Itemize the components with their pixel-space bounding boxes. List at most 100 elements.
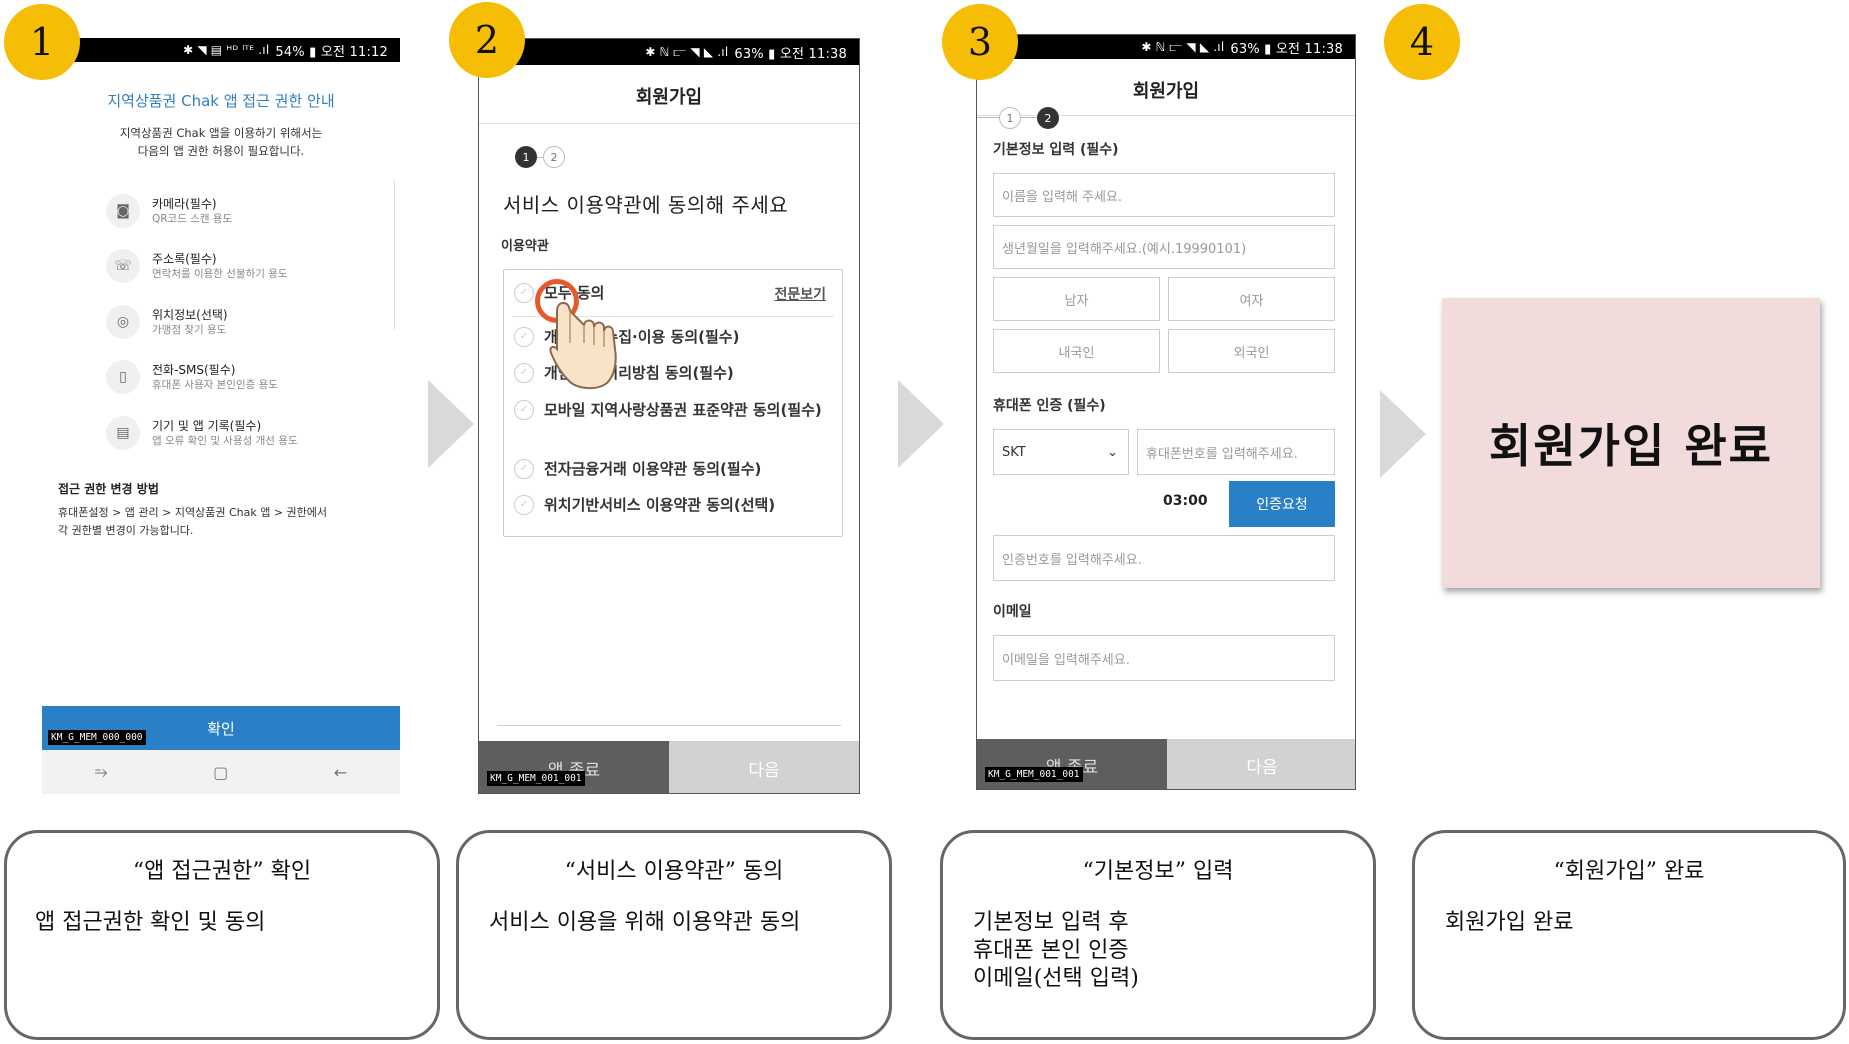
check-icon: ✓: [514, 282, 534, 303]
permission-device-log: ▤ 기기 및 앱 기록(필수) 앱 오류 확인 및 사용성 개선 용도: [106, 416, 298, 450]
step-connector: [977, 117, 1001, 118]
signup-complete-card: 회원가입 완료: [1442, 298, 1820, 588]
status-text: 63% ▮ 오전 11:38: [734, 46, 847, 62]
check-icon: ✓: [514, 362, 534, 383]
term-label: 전자금융거래 이용약관 동의(필수): [544, 460, 762, 478]
help-title: 접근 권한 변경 방법: [58, 482, 159, 496]
caption-title: “기본정보” 입력: [1082, 859, 1234, 884]
caption-body: 서비스 이용을 위해 이용약관 동의: [489, 910, 801, 935]
full-view-link[interactable]: 전문보기: [774, 284, 826, 304]
scroll-indicator: [394, 180, 400, 330]
term-label: 모바일 지역사랑상품권 표준약관 동의(필수): [544, 401, 822, 419]
next-button[interactable]: 다음: [1167, 739, 1355, 789]
status-icons: ✱ ℕ ⫍ ◥ ◣ .ıl: [645, 44, 729, 59]
foreigner-option[interactable]: 외국인: [1168, 329, 1335, 373]
caption-box-4: “회원가입” 완료 회원가입 완료: [1412, 830, 1846, 1040]
android-nav-bar: ⥱ ▢ ←: [42, 750, 400, 794]
step-indicator-1: 1: [999, 107, 1021, 129]
permission-title: 전화-SMS(필수): [152, 363, 236, 377]
gender-female-option[interactable]: 여자: [1168, 277, 1335, 321]
term-item[interactable]: ✓ 위치기반서비스 이용약관 동의(선택): [514, 494, 775, 515]
caption-box-3: “기본정보” 입력 기본정보 입력 후 휴대폰 본인 인증 이메일(선택 입력): [940, 830, 1376, 1040]
gender-male-option[interactable]: 남자: [993, 277, 1160, 321]
screen-terms: ✱ ℕ ⫍ ◥ ◣ .ıl 63% ▮ 오전 11:38 회원가입 1 2 서비…: [478, 38, 860, 794]
status-text: 63% ▮ 오전 11:38: [1230, 41, 1343, 57]
exit-app-button[interactable]: 앱 종료: [977, 739, 1167, 789]
email-input[interactable]: 이메일을 입력해주세요.: [993, 635, 1335, 681]
header-divider: [977, 115, 1355, 116]
term-item[interactable]: ✓ 개인정보 수집·이용 동의(필수): [514, 326, 739, 347]
description-line-2: 다음의 앱 권한 허용이 필요합니다.: [137, 144, 305, 158]
page-title: 지역상품권 Chak 앱 접근 권한 안내: [107, 92, 335, 110]
chevron-down-icon: ⌄: [1107, 444, 1118, 460]
divider: [497, 725, 841, 726]
status-bar: ✱ ◥ ▤ ᴴᴰ ˡᵀᴱ .ıl 54% ▮ 오전 11:12: [42, 38, 400, 62]
caption-body: 앱 접근권한 확인 및 동의: [35, 910, 266, 935]
back-icon[interactable]: ←: [334, 763, 347, 782]
screen-code: KM_G_MEM_000_000: [48, 730, 146, 745]
permission-desc: 가맹점 찾기 용도: [152, 324, 227, 336]
step-indicator-1: 1: [515, 146, 537, 168]
permission-title: 카메라(필수): [152, 197, 217, 211]
basic-info-label: 기본정보 입력 (필수): [993, 142, 1119, 158]
step-badge-3: 3: [942, 4, 1018, 80]
caption-box-1: “앱 접근권한” 확인 앱 접근권한 확인 및 동의: [4, 830, 440, 1040]
permission-contacts: ☏ 주소록(필수) 연락처를 이용한 선물하기 용도: [106, 249, 288, 283]
caption-title: “앱 접근권한” 확인: [132, 859, 312, 884]
term-item[interactable]: ✓ 전자금융거래 이용약관 동의(필수): [514, 458, 761, 479]
exit-app-button[interactable]: 앱 종료: [479, 741, 669, 793]
status-text: 54% ▮ 오전 11:12: [275, 44, 388, 60]
phone-number-input[interactable]: 휴대폰번호를 입력해주세요.: [1137, 429, 1335, 475]
arrow-right-icon: [1380, 390, 1426, 478]
help-line-1: 휴대폰설정 > 앱 관리 > 지역상품권 Chak 앱 > 권한에서: [58, 506, 328, 519]
location-icon: ◎: [106, 305, 140, 339]
phonebook-icon: ☏: [106, 249, 140, 283]
term-label: 위치기반서비스 이용약관 동의(선택): [544, 496, 776, 514]
home-icon[interactable]: ▢: [213, 763, 228, 782]
name-input[interactable]: 이름을 입력해 주세요.: [993, 173, 1335, 217]
term-item[interactable]: ✓ 모바일 지역사랑상품권 표준약관 동의(필수): [514, 398, 824, 422]
carrier-select[interactable]: SKT ⌄: [993, 429, 1129, 475]
permission-title: 기기 및 앱 기록(필수): [152, 419, 262, 433]
permission-desc: 휴대폰 사용자 본인인증 용도: [152, 379, 278, 391]
phone-icon: ▯: [106, 360, 140, 394]
caption-title: “회원가입” 완료: [1553, 859, 1705, 884]
status-icons: ✱ ℕ ⫍ ◥ ◣ .ıl: [1141, 39, 1225, 54]
permission-title: 주소록(필수): [152, 252, 217, 266]
domestic-option[interactable]: 내국인: [993, 329, 1160, 373]
recent-apps-icon[interactable]: ⥱: [95, 762, 108, 782]
term-item[interactable]: ✓ 개인정보 처리방침 동의(필수): [514, 362, 734, 383]
device-log-icon: ▤: [106, 416, 140, 450]
caption-box-2: “서비스 이용약관” 동의 서비스 이용을 위해 이용약관 동의: [456, 830, 892, 1040]
header-title: 회원가입: [1132, 81, 1200, 102]
screen-code: KM_G_MEM_001_001: [487, 771, 585, 786]
caption-title: “서비스 이용약관” 동의: [564, 859, 784, 884]
caption-body: 회원가입 완료: [1445, 910, 1574, 935]
permission-desc: QR코드 스캔 용도: [152, 213, 233, 225]
carrier-value: SKT: [1002, 444, 1026, 460]
screen-app-permissions: ✱ ◥ ▤ ᴴᴰ ˡᵀᴱ .ıl 54% ▮ 오전 11:12 지역상품권 Ch…: [42, 38, 400, 794]
permission-desc: 연락처를 이용한 선물하기 용도: [152, 268, 288, 280]
pointing-hand-icon: [549, 301, 617, 389]
phone-auth-label: 휴대폰 인증 (필수): [993, 398, 1106, 414]
arrow-right-icon: [898, 380, 944, 468]
caption-body: 기본정보 입력 후 휴대폰 본인 인증 이메일(선택 입력): [973, 910, 1139, 991]
help-line-2: 각 권한별 변경이 가능합니다.: [58, 524, 194, 537]
terms-heading: 서비스 이용약관에 동의해 주세요: [503, 193, 789, 217]
header-title: 회원가입: [635, 87, 703, 108]
step-indicator-2: 2: [543, 146, 565, 168]
screen-basic-info: ✱ ℕ ⫍ ◥ ◣ .ıl 63% ▮ 오전 11:38 회원가입 1 2 기본…: [976, 34, 1356, 790]
camera-icon: ◙: [106, 194, 140, 228]
auth-code-input[interactable]: 인증번호를 입력해주세요.: [993, 535, 1335, 581]
status-bar: ✱ ℕ ⫍ ◥ ◣ .ıl 63% ▮ 오전 11:38: [479, 39, 859, 65]
terms-subtitle: 이용약관: [501, 239, 549, 254]
birthdate-input[interactable]: 생년월일을 입력해주세요.(예시.19990101): [993, 225, 1335, 269]
header-divider: [479, 123, 859, 124]
step-badge-1: 1: [4, 4, 80, 80]
check-icon: ✓: [514, 326, 534, 347]
email-label: 이메일: [993, 604, 1032, 620]
auth-timer: 03:00: [1163, 493, 1208, 509]
step-indicator-2: 2: [1037, 107, 1059, 129]
request-auth-button[interactable]: 인증요청: [1229, 481, 1335, 527]
next-button[interactable]: 다음: [669, 741, 859, 793]
